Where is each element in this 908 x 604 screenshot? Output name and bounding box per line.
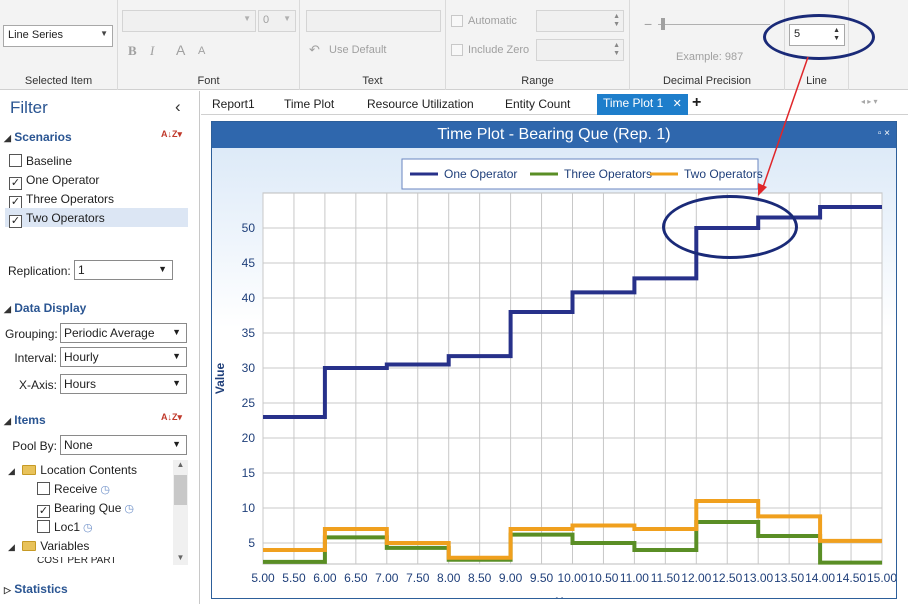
- annotation-arrow-layer: [758, 56, 809, 196]
- annotation-arrow-line: [761, 56, 809, 191]
- annotation-arrowhead: [758, 183, 767, 196]
